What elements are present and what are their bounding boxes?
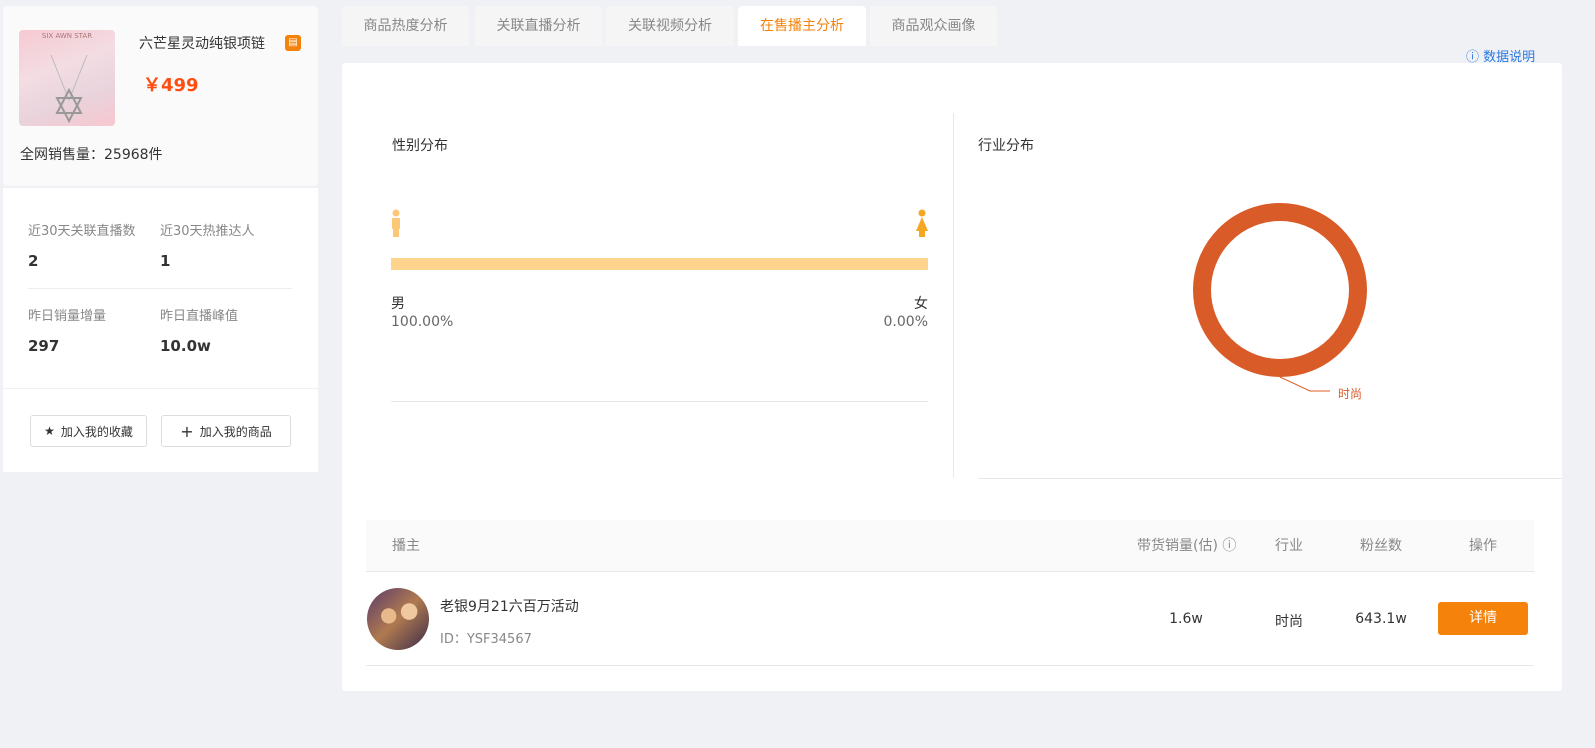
industry-value: 时尚 bbox=[1275, 614, 1303, 630]
streamer-id: ID：YSF34567 bbox=[440, 632, 532, 647]
donut-slice[interactable] bbox=[1193, 203, 1367, 377]
stat-label: 近30天热推达人 bbox=[160, 224, 255, 239]
female-label: 女 bbox=[914, 296, 928, 312]
male-icon bbox=[392, 209, 400, 237]
industry-title: 行业分布 bbox=[978, 138, 1034, 154]
slice-label: 时尚 bbox=[1338, 387, 1363, 401]
divider bbox=[953, 113, 954, 478]
fans-value: 643.1w bbox=[1355, 611, 1407, 627]
divider bbox=[978, 478, 1562, 479]
product-price: ￥499 bbox=[143, 75, 199, 96]
col-streamer: 播主 bbox=[392, 538, 420, 554]
product-title[interactable]: 六芒星灵动纯银项链 bbox=[139, 33, 265, 53]
stat-value: 2 bbox=[28, 252, 39, 270]
tab-heat[interactable]: 商品热度分析 bbox=[342, 6, 469, 46]
stat-label: 昨日直播峰值 bbox=[160, 309, 239, 324]
gender-bar bbox=[391, 258, 928, 270]
add-product-button[interactable]: + 加入我的商品 bbox=[161, 415, 291, 447]
star-icon: ★ bbox=[44, 424, 55, 438]
details-button[interactable]: 详情 bbox=[1438, 602, 1528, 635]
necklace-image bbox=[50, 55, 88, 124]
stat-value: 297 bbox=[28, 337, 60, 355]
male-percent: 100.00% bbox=[391, 314, 454, 330]
col-industry: 行业 bbox=[1275, 538, 1303, 554]
col-fans: 粉丝数 bbox=[1360, 538, 1402, 554]
divider bbox=[391, 401, 928, 402]
male-fill bbox=[391, 258, 928, 270]
plus-icon: + bbox=[180, 421, 194, 441]
sales-value: 1.6w bbox=[1169, 611, 1203, 627]
female-percent: 0.00% bbox=[883, 314, 928, 330]
divider bbox=[28, 288, 292, 289]
stat-value: 1 bbox=[160, 252, 171, 270]
divider bbox=[3, 388, 318, 389]
help-icon: ⓘ bbox=[1222, 538, 1237, 554]
tab-video[interactable]: 关联视频分析 bbox=[606, 6, 734, 46]
male-label: 男 bbox=[391, 296, 405, 312]
stat-label: 昨日销量增量 bbox=[28, 309, 107, 324]
col-action: 操作 bbox=[1469, 538, 1497, 554]
stat-value: 10.0w bbox=[160, 337, 211, 355]
gender-title: 性别分布 bbox=[392, 138, 448, 154]
tab-audience[interactable]: 商品观众画像 bbox=[870, 6, 997, 46]
add-favorite-button[interactable]: ★ 加入我的收藏 bbox=[30, 415, 147, 447]
product-image[interactable]: SIX AWN STAR bbox=[19, 30, 115, 126]
stat-label: 近30天关联直播数 bbox=[28, 224, 136, 239]
tab-live[interactable]: 关联直播分析 bbox=[475, 6, 602, 46]
tab-streamers[interactable]: 在售播主分析 bbox=[738, 6, 866, 46]
shop-icon[interactable]: ▤ bbox=[285, 35, 301, 51]
female-icon bbox=[916, 209, 928, 237]
total-sales: 全网销售量：25968件 bbox=[20, 147, 163, 163]
streamer-name[interactable]: 老银9月21六百万活动 bbox=[440, 596, 579, 616]
col-sales[interactable]: 带货销量(估) ⓘ bbox=[1137, 520, 1236, 572]
avatar[interactable] bbox=[367, 588, 429, 650]
industry-donut bbox=[1193, 203, 1367, 392]
label-line bbox=[1279, 376, 1330, 392]
